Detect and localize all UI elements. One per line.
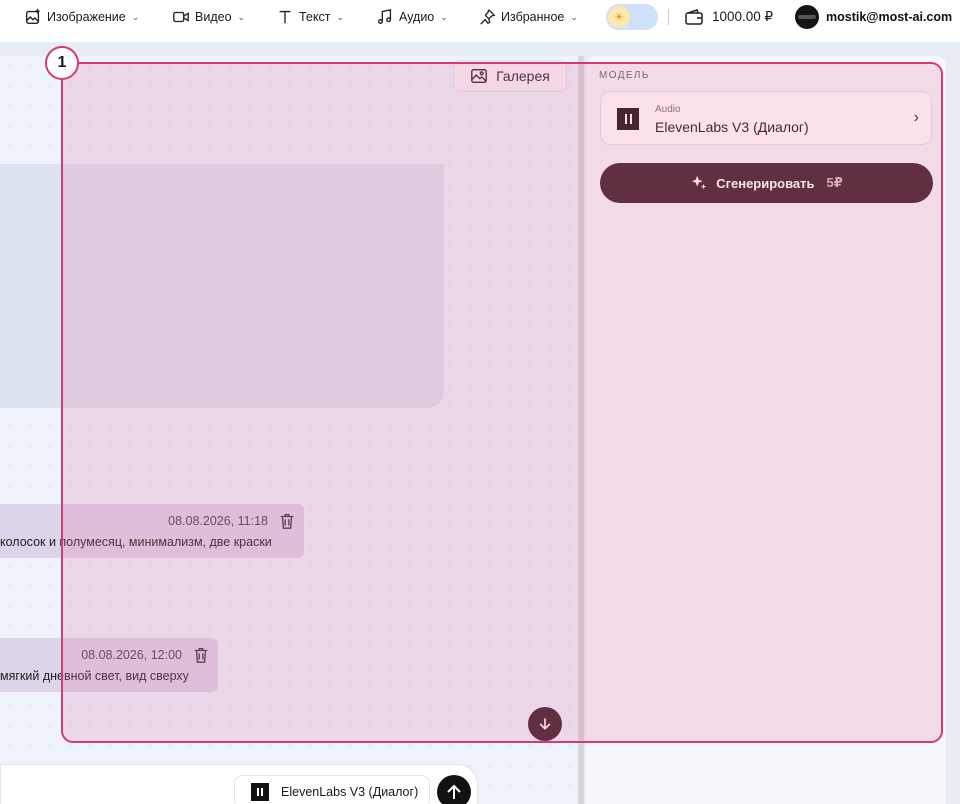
message-timestamp: 08.08.2026, 12:00: [81, 648, 182, 662]
nav-favorites[interactable]: Избранное ⌄: [478, 0, 578, 34]
chevron-down-icon: ⌄: [131, 11, 140, 22]
message-text: мягкий дневной свет, вид сверху: [0, 669, 189, 683]
top-navigation: Изображение ⌄ Видео ⌄ Текст ⌄ Аудио ⌄ Из…: [0, 0, 960, 42]
generate-button[interactable]: Сгенерировать 5₽: [600, 163, 933, 203]
message-meta: 08.08.2026, 12:00: [81, 646, 210, 664]
nav-image[interactable]: Изображение ⌄: [24, 0, 139, 34]
chevron-down-icon: ⌄: [440, 11, 448, 22]
elevenlabs-logo-icon: [617, 108, 639, 130]
model-selector[interactable]: Audio ElevenLabs V3 (Диалог) ›: [600, 91, 932, 145]
arrow-down-icon: [539, 718, 551, 730]
nav-video-label: Видео: [195, 10, 232, 24]
gallery-label: Галерея: [496, 68, 550, 84]
video-icon: [173, 11, 189, 23]
generation-placeholder: [0, 164, 444, 408]
chevron-down-icon: ⌄: [570, 11, 578, 22]
prompt-message: 08.08.2026, 12:00 мягкий дневной свет, в…: [0, 638, 218, 692]
gallery-icon: [471, 69, 488, 83]
wallet-icon: [685, 9, 703, 25]
nav-video[interactable]: Видео ⌄: [172, 0, 245, 34]
sun-icon: ☀: [608, 6, 630, 28]
nav-text[interactable]: Текст ⌄: [276, 0, 344, 34]
theme-toggle[interactable]: ☀: [606, 4, 658, 30]
image-plus-icon: [26, 8, 40, 24]
text-icon: [279, 10, 291, 24]
arrow-up-icon: [447, 784, 461, 799]
nav-divider: [668, 9, 669, 25]
nav-favorites-label: Избранное: [501, 10, 565, 24]
trash-icon[interactable]: [278, 512, 296, 530]
nav-text-label: Текст: [299, 10, 331, 24]
model-name: ElevenLabs V3 (Диалог): [655, 119, 809, 135]
scroll-down-button[interactable]: [528, 707, 562, 741]
model-category: Audio: [655, 104, 681, 115]
sparkle-icon: [691, 175, 707, 190]
model-section-label: МОДЕЛЬ: [599, 70, 650, 81]
music-icon: [378, 8, 392, 24]
message-text: колосок и полумесяц, минимализм, две кра…: [0, 535, 272, 549]
generate-label: Сгенерировать: [716, 175, 815, 191]
trash-icon[interactable]: [192, 646, 210, 664]
gallery-button[interactable]: Галерея: [453, 60, 567, 92]
balance-amount: 1000.00 ₽: [712, 9, 774, 24]
generate-price: 5₽: [826, 175, 843, 190]
prompt-message: 08.08.2026, 11:18 колосок и полумесяц, м…: [0, 504, 304, 558]
message-timestamp: 08.08.2026, 11:18: [168, 514, 268, 528]
user-email: mostik@most-ai.com: [826, 10, 953, 24]
nav-image-label: Изображение: [47, 10, 126, 24]
nav-audio[interactable]: Аудио ⌄: [376, 0, 448, 34]
balance[interactable]: 1000.00 ₽: [684, 0, 773, 34]
chevron-right-icon: ›: [913, 109, 919, 126]
send-button[interactable]: [437, 775, 471, 804]
user-menu[interactable]: mostik@most-ai.com: [795, 0, 952, 34]
composer-model-label: ElevenLabs V3 (Диалог): [281, 785, 419, 799]
message-meta: 08.08.2026, 11:18: [168, 512, 296, 530]
chevron-down-icon: ⌄: [237, 11, 246, 22]
nav-audio-label: Аудио: [399, 10, 435, 24]
pin-icon: [480, 9, 496, 25]
composer-model-chip[interactable]: ElevenLabs V3 (Диалог): [234, 775, 430, 804]
chevron-down-icon: ⌄: [336, 11, 345, 22]
panel-resize-handle[interactable]: [578, 56, 584, 804]
elevenlabs-logo-icon: [251, 783, 269, 801]
annotation-badge: 1: [45, 46, 79, 80]
avatar: [795, 5, 819, 29]
